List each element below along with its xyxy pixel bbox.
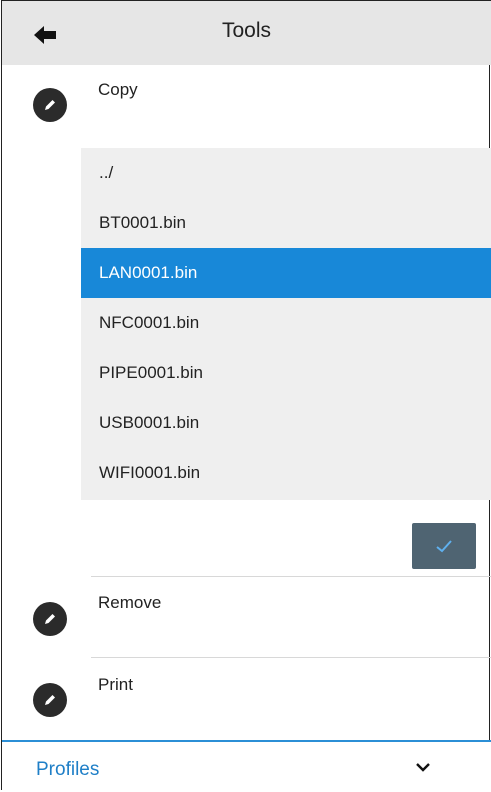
- divider: [91, 576, 491, 577]
- pencil-icon: [45, 695, 55, 705]
- file-item-nfc0001[interactable]: NFC0001.bin: [81, 298, 491, 348]
- chevron-down-icon: [416, 763, 430, 772]
- file-item-bt0001[interactable]: BT0001.bin: [81, 198, 491, 248]
- confirm-button[interactable]: [412, 523, 476, 569]
- copy-edit-button[interactable]: [33, 88, 67, 122]
- file-item-parent[interactable]: ../: [81, 148, 491, 198]
- file-list: ../ BT0001.bin LAN0001.bin NFC0001.bin P…: [81, 148, 491, 500]
- pencil-icon: [45, 614, 55, 624]
- app-frame: Tools Copy ../ BT0001.bin LAN0001.bin NF…: [1, 0, 491, 792]
- remove-label[interactable]: Remove: [98, 593, 161, 613]
- profiles-section-toggle[interactable]: Profiles: [2, 740, 491, 792]
- header-bar: Tools: [2, 0, 491, 65]
- page-title: Tools: [221, 19, 272, 42]
- file-item-wifi0001[interactable]: WIFI0001.bin: [81, 448, 491, 498]
- profiles-label: Profiles: [36, 759, 100, 780]
- remove-edit-button[interactable]: [33, 602, 67, 636]
- checkmark-icon: [436, 540, 452, 553]
- divider: [91, 657, 491, 658]
- file-item-usb0001[interactable]: USB0001.bin: [81, 398, 491, 448]
- file-item-pipe0001[interactable]: PIPE0001.bin: [81, 348, 491, 398]
- file-item-lan0001-selected[interactable]: LAN0001.bin: [81, 248, 491, 298]
- pencil-icon: [45, 100, 55, 110]
- copy-label[interactable]: Copy: [98, 80, 138, 100]
- print-edit-button[interactable]: [33, 683, 67, 717]
- print-label[interactable]: Print: [98, 675, 133, 695]
